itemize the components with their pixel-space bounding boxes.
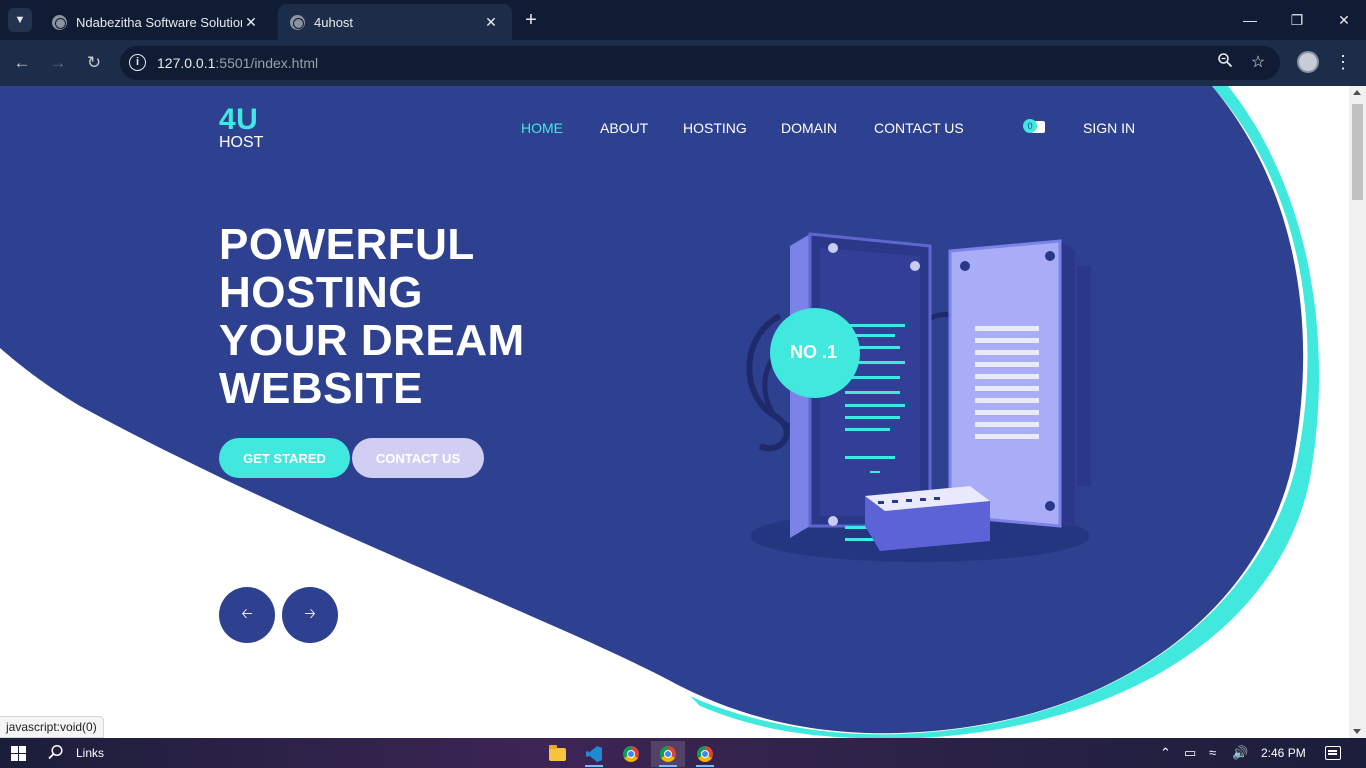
tab-strip: ▼ Ndabezitha Software Solutions ✕ 4uhost… [0,0,1366,40]
chrome-app-active[interactable] [651,741,685,767]
site-info-icon[interactable]: i [129,54,146,71]
page-viewport: 4U HOST HOME ABOUT HOSTING DOMAIN CONTAC… [0,86,1349,738]
close-icon[interactable]: ✕ [482,14,500,31]
link-status-bubble: javascript:void(0) [0,716,104,738]
headline-line: WEBSITE [219,364,423,413]
url-text[interactable]: 127.0.0.1:5501/index.html [157,55,318,71]
windows-start-icon[interactable] [11,746,26,761]
chrome-icon [660,746,676,762]
site-logo[interactable]: 4U HOST [219,105,263,151]
url-host: 127.0.0.1 [157,55,216,71]
nav-home[interactable]: HOME [521,120,563,136]
browser-toolbar: ← → ↻ i 127.0.0.1:5501/index.html ☆ [0,40,1366,86]
profile-avatar-icon[interactable] [1297,51,1319,73]
vscode-app[interactable] [577,741,611,767]
back-button[interactable]: ← [9,50,35,76]
arrow-right-icon: 🡢 [304,605,316,621]
hero-headline: POWERFUL HOSTING YOUR DREAM WEBSITE [219,221,539,413]
scroll-down-arrow-icon[interactable] [1353,729,1361,734]
get-started-button[interactable]: GET STARED [219,438,350,478]
close-icon[interactable]: ✕ [242,14,260,31]
headline-line: YOUR DREAM [219,316,525,365]
notification-center-icon[interactable] [1325,746,1341,760]
tab-4uhost[interactable]: 4uhost ✕ [278,4,512,40]
reload-button[interactable]: ↻ [81,50,107,76]
hero-background [0,86,1349,738]
nav-domain[interactable]: DOMAIN [781,120,837,136]
nav-about[interactable]: ABOUT [600,120,648,136]
menu-kebab-icon[interactable]: ⋮ [1333,50,1353,74]
vscode-icon [586,746,602,762]
arrow-left-icon: 🡠 [241,605,253,621]
file-explorer-app[interactable] [540,741,574,767]
page-scrollbar[interactable] [1349,86,1366,738]
logo-host: HOST [219,134,264,151]
battery-icon[interactable]: ▭ [1184,745,1196,761]
chrome-icon [623,746,639,762]
scroll-up-arrow-icon[interactable] [1353,90,1361,95]
nav-contact-us[interactable]: CONTACT US [874,120,964,136]
bookmark-star-icon[interactable]: ☆ [1247,52,1269,74]
chrome-app[interactable] [614,741,648,767]
globe-icon [52,14,67,30]
taskbar-search-label[interactable]: Links [76,746,104,760]
cart-button[interactable]: 0 [1023,119,1045,135]
no1-badge: NO .1 [790,342,838,362]
tray-chevron-up-icon[interactable]: ⌃ [1160,745,1171,761]
url-path: :5501/index.html [215,55,319,71]
globe-icon [290,14,305,30]
nav-hosting[interactable]: HOSTING [683,120,747,136]
volume-icon[interactable]: 🔊 [1232,745,1248,761]
forward-button[interactable]: → [45,50,71,76]
taskbar-clock[interactable]: 2:46 PM [1261,746,1306,760]
folder-icon [548,744,566,761]
wifi-icon[interactable]: ≈ [1209,745,1216,760]
server-illustration [746,232,1091,562]
window-close-button[interactable]: ✕ [1332,8,1356,32]
chrome-app-2[interactable] [688,741,722,767]
tab-search-button[interactable]: ▼ [8,8,32,32]
cart-count-badge: 0 [1023,119,1037,133]
restore-button[interactable]: ❐ [1285,8,1309,32]
new-tab-button[interactable]: + [520,9,542,31]
headline-line: HOSTING [219,268,423,317]
chrome-icon [697,746,713,762]
windows-taskbar: Links ⌃ ▭ ≈ 🔊 2:46 PM [0,738,1366,768]
taskbar-search-icon[interactable] [48,744,66,762]
next-slide-button[interactable]: 🡢 [282,587,338,643]
prev-slide-button[interactable]: 🡠 [219,587,275,643]
tab-title: Ndabezitha Software Solutions [76,14,242,30]
scrollbar-thumb[interactable] [1352,104,1363,200]
zoom-icon[interactable] [1214,52,1236,74]
headline-line: POWERFUL [219,220,475,269]
tab-title: 4uhost [314,14,354,30]
contact-us-button[interactable]: CONTACT US [352,438,484,478]
minimize-button[interactable]: — [1238,8,1262,32]
sign-in-link[interactable]: SIGN IN [1083,120,1135,136]
address-bar[interactable]: i 127.0.0.1:5501/index.html ☆ [120,46,1280,80]
logo-4u: 4U [219,103,259,136]
tab-ndabezitha[interactable]: Ndabezitha Software Solutions ✕ [40,4,272,40]
